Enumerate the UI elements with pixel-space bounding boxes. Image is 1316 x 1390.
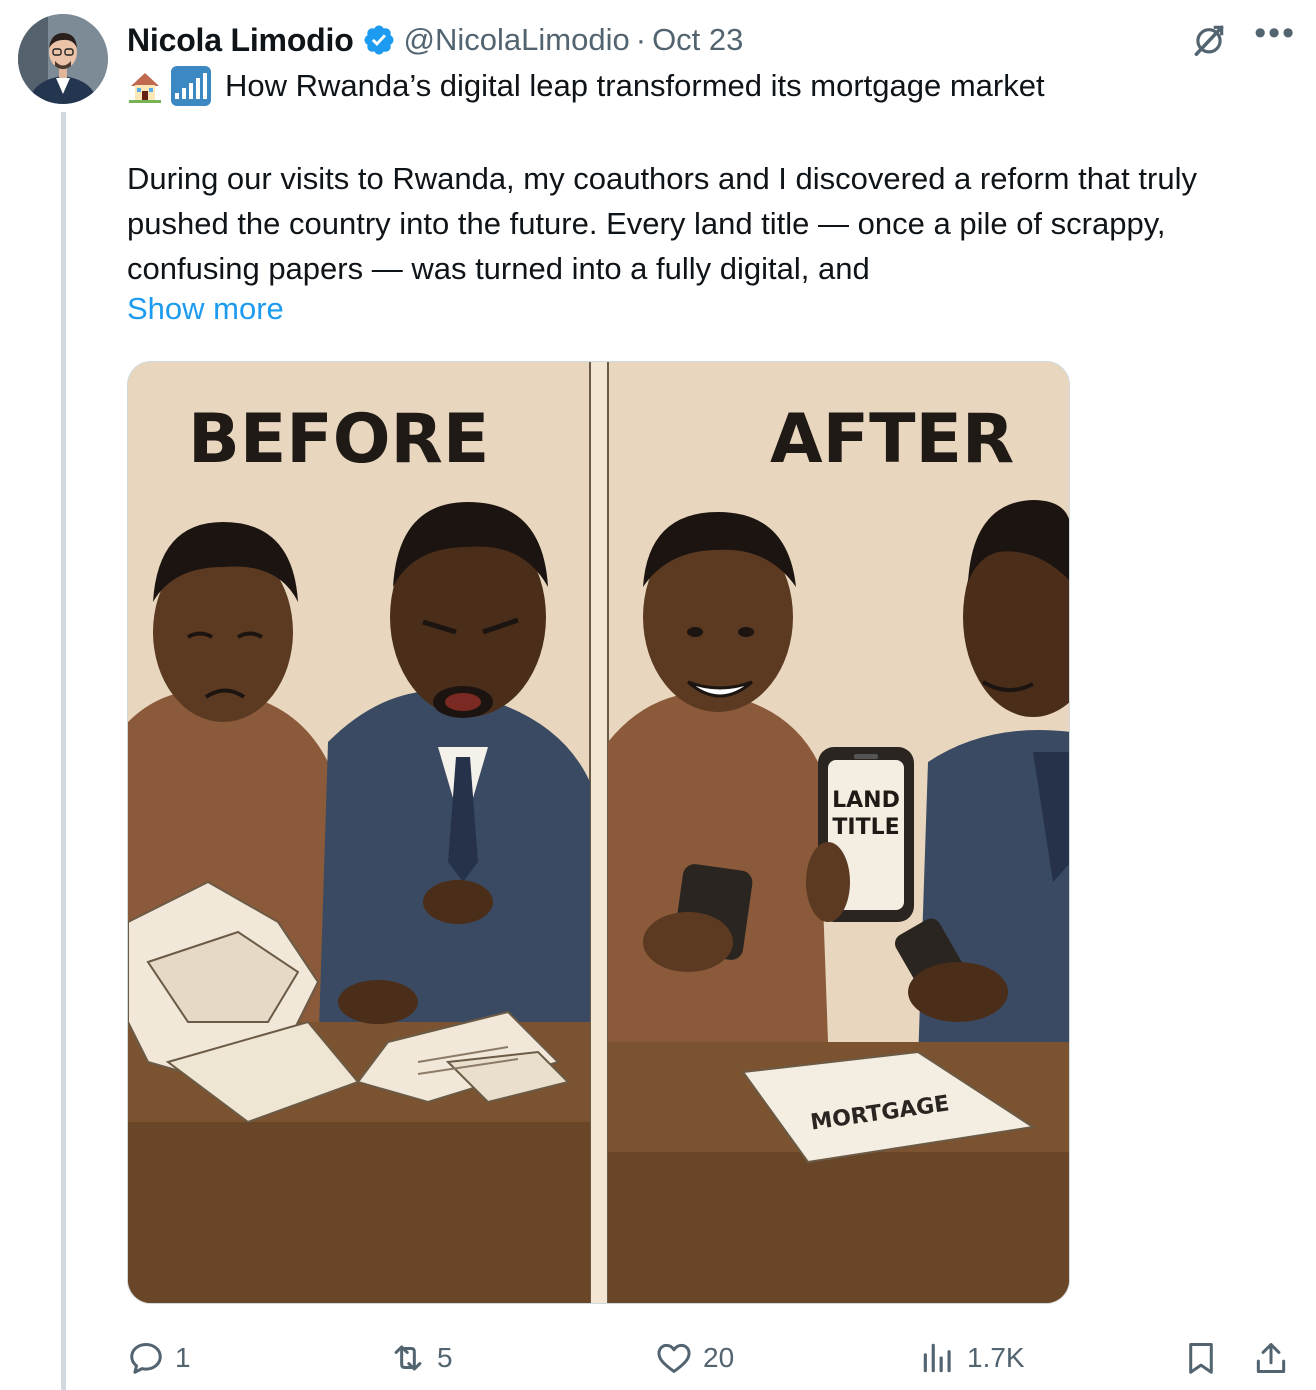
author-handle[interactable]: @NicolaLimodio	[404, 22, 630, 58]
phone-text-line2: TITLE	[832, 815, 899, 840]
author-name[interactable]: Nicola Limodio	[127, 22, 354, 59]
signal-bars-emoji	[171, 66, 211, 106]
repost-icon	[394, 1345, 422, 1371]
repost-count: 5	[437, 1342, 453, 1373]
post-body-line: confusing papers — was turned into a ful…	[127, 251, 870, 286]
share-icon	[1256, 1343, 1286, 1373]
share-button[interactable]	[1252, 1332, 1290, 1384]
reply-count: 1	[175, 1342, 191, 1373]
post-title: How Rwanda’s digital leap transformed it…	[225, 68, 1045, 103]
post-header: Nicola Limodio @NicolaLimodio · Oct 23 •…	[127, 16, 1296, 64]
show-more-link[interactable]: Show more	[127, 291, 284, 327]
grok-icon[interactable]	[1190, 21, 1228, 59]
like-icon	[657, 1343, 691, 1373]
views-button[interactable]: 1.7K	[919, 1332, 1025, 1384]
post-date[interactable]: Oct 23	[652, 22, 743, 58]
verified-badge-icon[interactable]	[362, 23, 396, 57]
reply-icon	[130, 1343, 162, 1374]
post-body-line: pushed the country into the future. Ever…	[127, 206, 1166, 241]
post-image[interactable]: BEFORE AFTER LAND TITLE MORTGAGE	[127, 361, 1070, 1304]
repost-button[interactable]: 5	[389, 1332, 453, 1384]
bookmark-icon	[1189, 1343, 1213, 1374]
after-label: AFTER	[770, 400, 1014, 479]
thread-line	[61, 112, 66, 1390]
views-icon	[923, 1343, 951, 1373]
before-label: BEFORE	[188, 400, 489, 479]
separator-dot: ·	[635, 22, 647, 57]
avatar[interactable]	[18, 14, 108, 104]
phone-text-line1: LAND	[832, 788, 900, 813]
bookmark-button[interactable]	[1182, 1332, 1220, 1384]
like-count: 20	[703, 1342, 735, 1373]
after-desk: MORTGAGE	[608, 1042, 1069, 1303]
post-body: During our visits to Rwanda, my coauthor…	[127, 156, 1307, 291]
house-emoji	[129, 73, 161, 103]
views-count: 1.7K	[967, 1342, 1025, 1373]
post-title-line: How Rwanda’s digital leap transformed it…	[127, 66, 1045, 106]
more-icon[interactable]: •••	[1254, 16, 1296, 50]
post-body-line: During our visits to Rwanda, my coauthor…	[127, 161, 1197, 196]
like-button[interactable]: 20	[655, 1332, 734, 1384]
phone-land-title: LAND TITLE	[806, 747, 914, 922]
action-bar: 1 5 20 1.7K	[127, 1332, 1297, 1384]
reply-button[interactable]: 1	[127, 1332, 191, 1384]
